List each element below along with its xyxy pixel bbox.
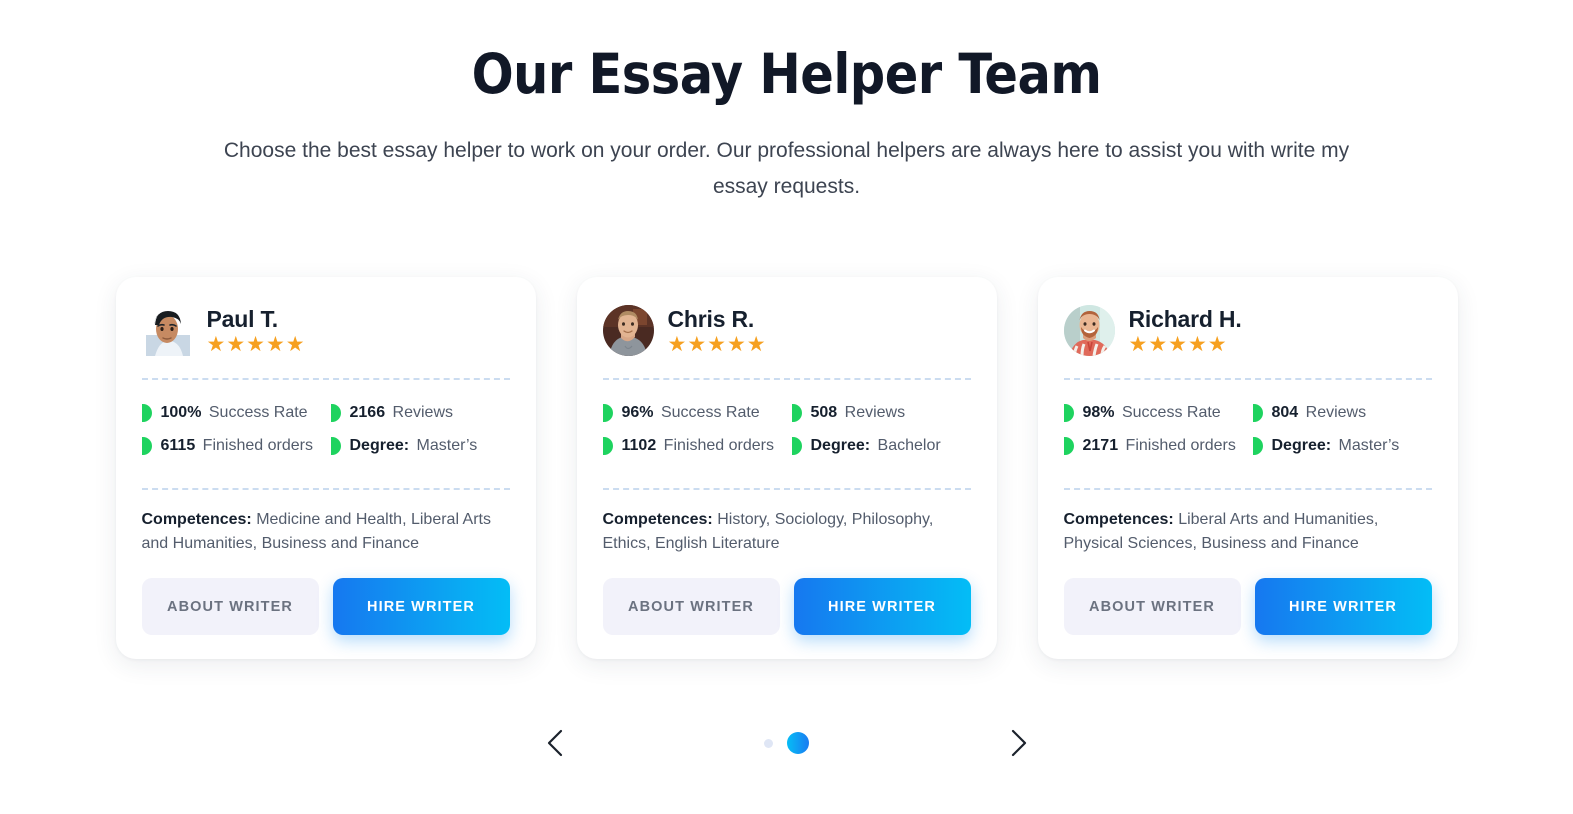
section-header: Our Essay Helper Team Choose the best es… <box>0 0 1573 205</box>
stat-label: Finished orders <box>659 437 774 455</box>
writer-competences: Competences: Medicine and Health, Libera… <box>142 490 510 556</box>
bullet-icon <box>1063 403 1074 422</box>
bullet-icon <box>1252 436 1263 455</box>
writer-identity: Paul T. ★★★★★ <box>207 306 306 355</box>
writer-name: Richard H. <box>1128 305 1242 332</box>
page-title: Our Essay Helper Team <box>471 42 1102 106</box>
rating-stars: ★★★★★ <box>1128 333 1228 357</box>
stat-value: Master’s <box>412 437 478 455</box>
writer-card[interactable]: Paul T. ★★★★★ 100% Success Rate 2166 Rev… <box>115 277 536 660</box>
stat-reviews: 804 Reviews <box>1252 403 1432 422</box>
hire-writer-button[interactable]: HIRE WRITER <box>332 578 510 636</box>
stat-value: 804 <box>1271 404 1299 421</box>
stat-reviews: 508 Reviews <box>791 403 971 422</box>
chevron-right-icon <box>1008 728 1030 758</box>
carousel-prev-button[interactable] <box>533 721 577 765</box>
card-actions: ABOUT WRITER HIRE WRITER <box>602 556 971 636</box>
stat-degree: Degree: Master’s <box>1252 436 1432 455</box>
bullet-icon <box>141 403 152 422</box>
bullet-icon <box>602 403 613 422</box>
writer-stats: 98% Success Rate 804 Reviews 2171 Finish… <box>1063 380 1432 476</box>
about-writer-button[interactable]: ABOUT WRITER <box>1063 578 1241 636</box>
stat-label: Finished orders <box>1121 437 1236 455</box>
stat-label: Degree: <box>349 437 410 455</box>
avatar-photo-chris <box>602 305 654 356</box>
carousel-dot-2[interactable] <box>787 732 809 754</box>
avatar-photo-richard <box>1063 305 1115 356</box>
writers-carousel-page: Our Essay Helper Team Choose the best es… <box>0 0 1573 814</box>
page-subtitle: Choose the best essay helper to work on … <box>223 138 1350 198</box>
bullet-icon <box>330 403 341 422</box>
competences-label: Competences: <box>141 511 252 529</box>
stat-success-rate: 98% Success Rate <box>1063 403 1243 422</box>
hire-writer-button[interactable]: HIRE WRITER <box>793 578 971 636</box>
carousel-dot-1[interactable] <box>764 738 773 748</box>
stat-label: Success Rate <box>1117 404 1221 421</box>
writer-header: Chris R. ★★★★★ <box>602 299 971 366</box>
stat-value: 6115 <box>160 437 196 455</box>
stat-value: 100% <box>160 404 202 421</box>
carousel-dots <box>577 732 997 754</box>
rating-stars: ★★★★★ <box>667 333 767 357</box>
writer-header: Paul T. ★★★★★ <box>142 299 510 366</box>
stat-label: Degree: <box>810 437 871 455</box>
about-writer-button[interactable]: ABOUT WRITER <box>141 578 319 636</box>
stat-degree: Degree: Bachelor <box>791 436 971 455</box>
stat-success-rate: 100% Success Rate <box>141 403 321 422</box>
writer-stats: 100% Success Rate 2166 Reviews 6115 Fini… <box>141 380 510 476</box>
stat-label: Finished orders <box>198 437 313 455</box>
carousel-next-button[interactable] <box>997 721 1041 765</box>
stat-reviews: 2166 Reviews <box>330 403 510 422</box>
stat-label: Degree: <box>1271 437 1332 455</box>
writer-competences: Competences: Liberal Arts and Humanities… <box>1064 490 1432 556</box>
stat-value: 2166 <box>349 404 386 421</box>
stat-value: 2171 <box>1082 437 1119 455</box>
about-writer-button[interactable]: ABOUT WRITER <box>602 578 780 636</box>
stat-success-rate: 96% Success Rate <box>602 403 782 422</box>
writer-card-list: Paul T. ★★★★★ 100% Success Rate 2166 Rev… <box>0 277 1573 660</box>
stat-value: 1102 <box>621 437 657 455</box>
stat-label: Success Rate <box>204 404 308 421</box>
stat-finished-orders: 1102 Finished orders <box>602 436 782 455</box>
card-actions: ABOUT WRITER HIRE WRITER <box>1063 556 1432 636</box>
writer-identity: Richard H. ★★★★★ <box>1129 306 1242 355</box>
stat-value: Bachelor <box>873 437 941 455</box>
stat-value: Master’s <box>1334 437 1400 455</box>
stat-label: Reviews <box>1301 404 1367 421</box>
stat-finished-orders: 6115 Finished orders <box>141 436 321 455</box>
card-actions: ABOUT WRITER HIRE WRITER <box>141 556 510 636</box>
writer-identity: Chris R. ★★★★★ <box>668 306 767 355</box>
stat-label: Reviews <box>388 404 453 421</box>
stat-value: 98% <box>1082 404 1115 421</box>
stat-value: 96% <box>621 404 654 421</box>
stat-finished-orders: 2171 Finished orders <box>1063 436 1243 455</box>
competences-label: Competences: <box>602 511 713 529</box>
stat-label: Success Rate <box>656 404 760 421</box>
writer-header: Richard H. ★★★★★ <box>1063 299 1432 366</box>
writer-stats: 96% Success Rate 508 Reviews 1102 Finish… <box>602 380 971 476</box>
hire-writer-button[interactable]: HIRE WRITER <box>1254 578 1432 636</box>
carousel-controls <box>0 712 1573 774</box>
writer-name: Paul T. <box>206 305 279 332</box>
bullet-icon <box>791 436 802 455</box>
bullet-icon <box>602 436 613 455</box>
bullet-icon <box>791 403 802 422</box>
chevron-left-icon <box>544 728 566 758</box>
writer-card[interactable]: Chris R. ★★★★★ 96% Success Rate 508 Revi… <box>576 277 997 660</box>
stat-value: 508 <box>810 404 838 421</box>
bullet-icon <box>1252 403 1263 422</box>
bullet-icon <box>1063 436 1074 455</box>
bullet-icon <box>141 436 152 455</box>
writer-name: Chris R. <box>667 305 755 332</box>
competences-label: Competences: <box>1063 511 1174 529</box>
stat-label: Reviews <box>840 404 906 421</box>
rating-stars: ★★★★★ <box>206 333 306 357</box>
avatar-photo-paul <box>142 305 193 356</box>
stat-degree: Degree: Master’s <box>330 436 510 455</box>
bullet-icon <box>330 436 341 455</box>
writer-competences: Competences: History, Sociology, Philoso… <box>603 490 971 556</box>
writer-card[interactable]: Richard H. ★★★★★ 98% Success Rate 804 Re… <box>1037 277 1458 660</box>
